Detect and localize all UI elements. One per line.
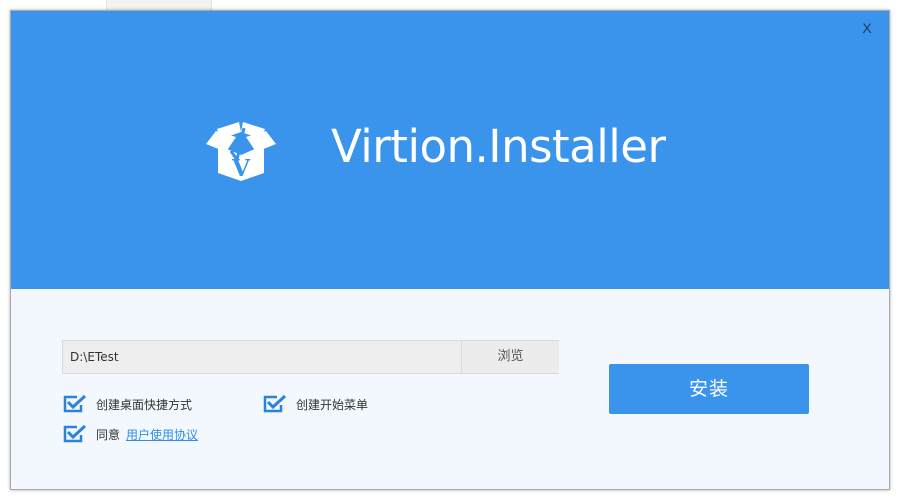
install-button[interactable]: 安装: [609, 364, 809, 414]
header-banner: X V Virtion.Installer: [11, 11, 889, 289]
checkbox-checked-icon[interactable]: [62, 424, 88, 444]
installer-window: X V Virtion.Installer 浏览 安装 创建桌面快: [10, 10, 890, 490]
logo-letter: V: [231, 155, 251, 181]
agree-option[interactable]: 同意 用户使用协议: [62, 423, 198, 445]
install-path-input[interactable]: [63, 341, 461, 373]
desktop-shortcut-option[interactable]: 创建桌面快捷方式: [62, 393, 192, 415]
user-agreement-link[interactable]: 用户使用协议: [126, 426, 198, 443]
desktop-shortcut-label: 创建桌面快捷方式: [96, 397, 193, 412]
checkbox-checked-icon[interactable]: [62, 394, 88, 414]
start-menu-option[interactable]: 创建开始菜单: [262, 393, 368, 415]
agree-label: 同意: [96, 427, 121, 442]
checkbox-checked-icon[interactable]: [262, 394, 288, 414]
package-box-icon: V: [206, 122, 276, 181]
install-path-row: 浏览: [62, 340, 559, 374]
start-menu-label: 创建开始菜单: [296, 397, 369, 412]
close-button[interactable]: X: [857, 18, 877, 38]
browse-button[interactable]: 浏览: [461, 341, 559, 373]
app-title: Virtion.Installer: [331, 120, 666, 173]
